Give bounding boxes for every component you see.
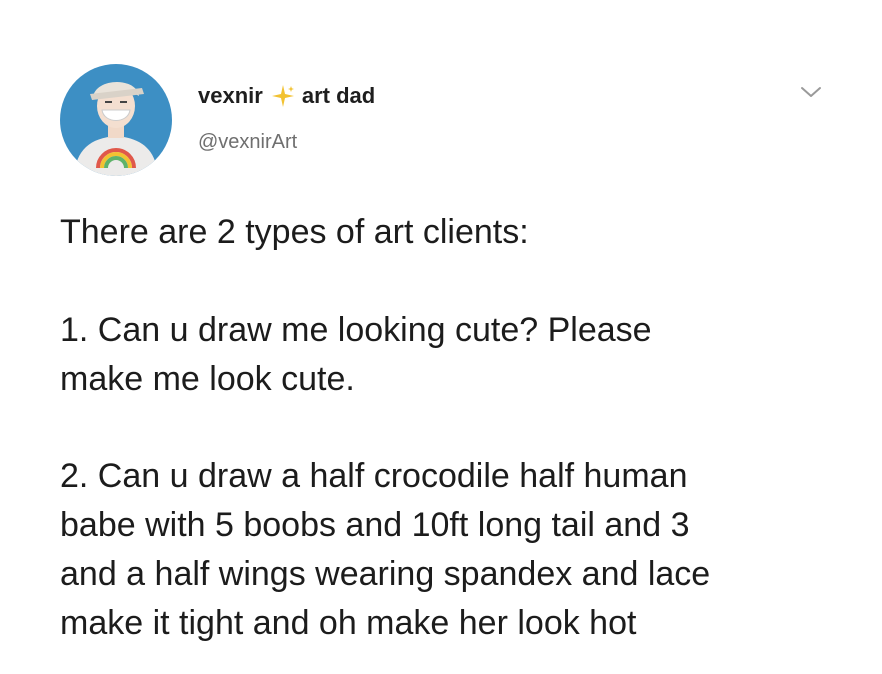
tweet-text-line: make it tight and oh make her look hot — [60, 604, 637, 642]
name-suffix[interactable]: art dad — [302, 83, 375, 109]
chevron-down-icon[interactable] — [798, 82, 824, 102]
tweet-text-intro: There are 2 types of art clients: — [60, 213, 529, 251]
sparkle-icon — [271, 85, 294, 107]
author-name-row[interactable]: vexnir art dad — [198, 83, 375, 109]
tweet-text-line: 2. Can u draw a half crocodile half huma… — [60, 457, 688, 495]
tweet-text-line: and a half wings wearing spandex and lac… — [60, 555, 711, 593]
avatar[interactable] — [60, 64, 172, 176]
tweet-card: vexnir art dad @vexnirArt There are 2 ty… — [0, 0, 882, 674]
author-handle[interactable]: @vexnirArt — [198, 131, 297, 154]
tweet-text-line: 1. Can u draw me looking cute? Please — [60, 311, 652, 349]
tweet-text-line: make me look cute. — [60, 360, 355, 398]
tweet-text-line: babe with 5 boobs and 10ft long tail and… — [60, 506, 690, 544]
display-name[interactable]: vexnir — [198, 83, 263, 109]
